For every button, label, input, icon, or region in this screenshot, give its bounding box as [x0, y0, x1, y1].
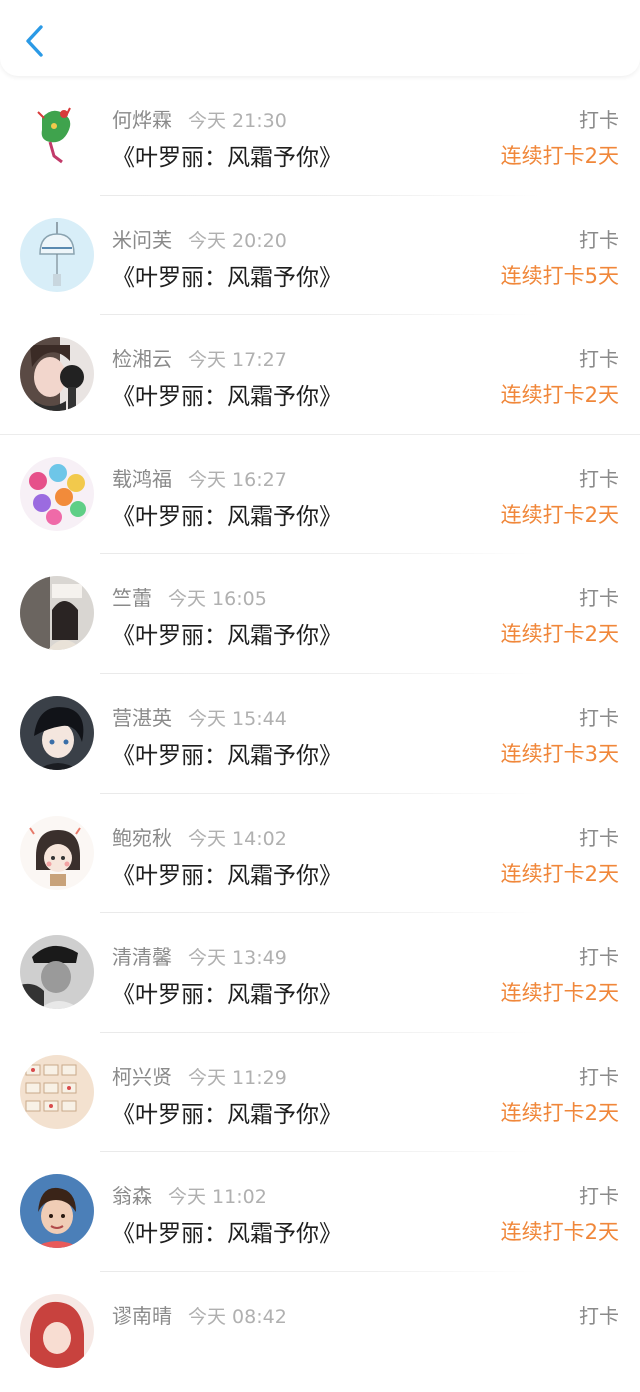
avatar[interactable] — [20, 456, 94, 531]
user-name: 竺蕾 今天 16:05 — [112, 586, 267, 611]
book-title: 《叶罗丽：风霜予你》 — [112, 264, 342, 291]
streak-label: 连续打卡2天 — [500, 1220, 619, 1245]
avatar-red-hair-icon — [20, 1293, 94, 1368]
checkin-action-label: 打卡 — [579, 705, 619, 730]
user-name: 检湘云 今天 17:27 — [112, 347, 287, 372]
checkin-action-label: 打卡 — [579, 945, 619, 970]
avatar-dragon-icon — [20, 98, 94, 172]
avatar[interactable] — [20, 576, 94, 651]
avatar-candy-icon — [20, 456, 94, 531]
book-title: 《叶罗丽：风霜予你》 — [112, 145, 342, 171]
streak-label: 连续打卡2天 — [500, 502, 619, 527]
book-title: 《叶罗丽：风霜予你》 — [112, 862, 342, 889]
avatar-girl-street-icon — [20, 576, 94, 651]
list-item[interactable]: 载鸿福 今天 16:27 《叶罗丽：风霜予你》 打卡 连续打卡2天 — [0, 435, 640, 555]
list-item[interactable]: 柯兴贤 今天 11:29 《叶罗丽：风霜予你》 打卡 连续打卡2天 — [0, 1033, 640, 1153]
checkin-time: 今天 11:02 — [168, 1186, 267, 1209]
user-name: 清清馨 今天 13:49 — [112, 945, 287, 970]
checkin-time: 今天 17:27 — [188, 349, 287, 372]
avatar[interactable] — [20, 98, 94, 172]
streak-label: 连续打卡5天 — [500, 263, 619, 288]
list-item[interactable]: 翁森 今天 11:02 《叶罗丽：风霜予你》 打卡 连续打卡2天 — [0, 1152, 640, 1272]
user-name: 翁森 今天 11:02 — [112, 1184, 267, 1209]
avatar[interactable] — [20, 935, 94, 1010]
streak-label: 连续打卡2天 — [500, 622, 619, 647]
list-item[interactable]: 竺蕾 今天 16:05 《叶罗丽：风霜予你》 打卡 连续打卡2天 — [0, 554, 640, 674]
user-name: 载鸿福 今天 16:27 — [112, 466, 287, 491]
checkin-action-label: 打卡 — [579, 1064, 619, 1089]
checkin-action-label: 打卡 — [579, 108, 619, 132]
list-item[interactable]: 检湘云 今天 17:27 《叶罗丽：风霜予你》 打卡 连续打卡2天 — [0, 315, 640, 435]
avatar[interactable] — [20, 337, 94, 412]
list-item[interactable]: 营湛英 今天 15:44 《叶罗丽：风霜予你》 打卡 连续打卡3天 — [0, 674, 640, 794]
avatar-stickers-icon — [20, 1054, 94, 1129]
user-name: 谬南晴 今天 08:42 — [112, 1303, 287, 1328]
user-name: 何烨霖 今天 21:30 — [112, 108, 287, 132]
user-name: 米问芙 今天 20:20 — [112, 227, 287, 252]
checkin-action-label: 打卡 — [579, 466, 619, 491]
checkin-action-label: 打卡 — [579, 227, 619, 252]
user-name: 营湛英 今天 15:44 — [112, 705, 287, 730]
checkin-time: 今天 16:27 — [188, 468, 287, 491]
list-item[interactable]: 鲍宛秋 今天 14:02 《叶罗丽：风霜予你》 打卡 连续打卡2天 — [0, 794, 640, 914]
avatar-boy-icon — [20, 1174, 94, 1249]
avatar[interactable] — [20, 695, 94, 770]
book-title: 《叶罗丽：风霜予你》 — [112, 1101, 342, 1128]
chevron-left-icon[interactable] — [22, 24, 48, 58]
checkin-time: 今天 11:29 — [188, 1066, 287, 1089]
book-title: 《叶罗丽：风霜予你》 — [112, 982, 342, 1009]
streak-label: 连续打卡3天 — [500, 741, 619, 766]
checkin-time: 今天 16:05 — [168, 588, 267, 611]
user-name: 鲍宛秋 今天 14:02 — [112, 825, 287, 850]
avatar-anime-boy-icon — [20, 695, 94, 770]
avatar-windchime-icon — [20, 217, 94, 292]
streak-label: 连续打卡2天 — [500, 144, 619, 168]
top-bar — [0, 0, 640, 76]
avatar-cartoon-girl-icon — [20, 815, 94, 890]
checkin-action-label: 打卡 — [579, 1303, 619, 1328]
avatar[interactable] — [20, 217, 94, 292]
avatar[interactable] — [20, 1054, 94, 1129]
list-item[interactable]: 何烨霖 今天 21:30 《叶罗丽：风霜予你》 打卡 连续打卡2天 — [0, 76, 640, 196]
checkin-action-label: 打卡 — [579, 586, 619, 611]
avatar[interactable] — [20, 1293, 94, 1368]
streak-label: 连续打卡2天 — [500, 1100, 619, 1125]
book-title: 《叶罗丽：风霜予你》 — [112, 384, 342, 411]
avatar-bw-photo-icon — [20, 935, 94, 1010]
checkin-action-label: 打卡 — [579, 347, 619, 372]
book-title: 《叶罗丽：风霜予你》 — [112, 503, 342, 530]
checkin-list: 何烨霖 今天 21:30 《叶罗丽：风霜予你》 打卡 连续打卡2天 米问芙 今天 2… — [0, 76, 640, 1392]
checkin-time: 今天 21:30 — [188, 110, 287, 132]
checkin-action-label: 打卡 — [579, 825, 619, 850]
checkin-action-label: 打卡 — [579, 1184, 619, 1209]
avatar[interactable] — [20, 1174, 94, 1249]
avatar-singer-icon — [20, 337, 94, 412]
checkin-time: 今天 20:20 — [188, 229, 287, 252]
checkin-time: 今天 14:02 — [188, 827, 287, 850]
user-name: 柯兴贤 今天 11:29 — [112, 1064, 287, 1089]
streak-label: 连续打卡2天 — [500, 981, 619, 1006]
streak-label: 连续打卡2天 — [500, 383, 619, 408]
streak-label: 连续打卡2天 — [500, 861, 619, 886]
list-item[interactable]: 米问芙 今天 20:20 《叶罗丽：风霜予你》 打卡 连续打卡5天 — [0, 196, 640, 316]
checkin-time: 今天 08:42 — [188, 1305, 287, 1328]
book-title: 《叶罗丽：风霜予你》 — [112, 742, 342, 769]
avatar[interactable] — [20, 815, 94, 890]
book-title: 《叶罗丽：风霜予你》 — [112, 1221, 342, 1248]
book-title: 《叶罗丽：风霜予你》 — [112, 623, 342, 650]
list-item[interactable]: 清清馨 今天 13:49 《叶罗丽：风霜予你》 打卡 连续打卡2天 — [0, 913, 640, 1033]
checkin-time: 今天 13:49 — [188, 947, 287, 970]
checkin-time: 今天 15:44 — [188, 707, 287, 730]
